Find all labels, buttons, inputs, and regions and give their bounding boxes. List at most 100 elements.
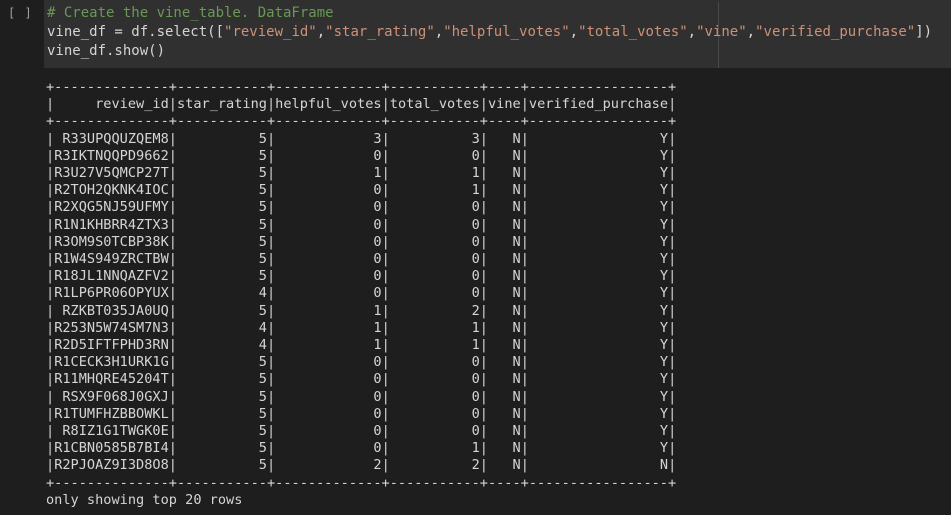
cell-output: +--------------+-----------+------------… — [46, 79, 676, 509]
table-row: | RZKBT035JA0UQ| 5| 1| 2| N| Y| — [46, 302, 677, 319]
code-closing: ]) — [915, 24, 933, 40]
table-cell: Y — [528, 268, 669, 285]
table-cell: N — [487, 251, 521, 268]
table-cell: RSX9F068J0GXJ — [54, 388, 169, 405]
table-cell: RZKBT035JA0UQ — [54, 302, 169, 319]
table-cell: N — [487, 302, 521, 319]
table-cell: 5 — [176, 182, 267, 199]
table-cell: 1 — [389, 182, 480, 199]
table-cell: 0 — [275, 388, 382, 405]
code-comma: , — [746, 24, 756, 40]
table-row: |R1LP6PR06OPYUX| 4| 0| 0| N| Y| — [46, 285, 677, 302]
table-cell: Y — [528, 130, 669, 147]
table-cell: 1 — [389, 319, 480, 336]
table-cell: R2XQG5NJ59UFMY — [54, 199, 169, 216]
table-cell: 5 — [176, 405, 267, 422]
table-cell: Y — [528, 182, 669, 199]
table-cell: 5 — [176, 388, 267, 405]
table-cell: N — [487, 337, 521, 354]
table-cell: 5 — [176, 371, 267, 388]
code-string-literal: "helpful_votes" — [443, 24, 570, 40]
table-cell: 0 — [275, 182, 382, 199]
table-cell: N — [487, 182, 521, 199]
code-comma: , — [434, 24, 444, 40]
table-row: |R1CBN0585B7BI4| 5| 0| 1| N| Y| — [46, 440, 677, 457]
table-cell: 4 — [176, 285, 267, 302]
table-cell: Y — [528, 251, 669, 268]
table-cell: Y — [528, 216, 669, 233]
table-row: | RSX9F068J0GXJ| 5| 0| 0| N| Y| — [46, 388, 677, 405]
table-cell: Y — [528, 199, 669, 216]
table-cell: 1 — [389, 440, 480, 457]
table-cell: 1 — [389, 337, 480, 354]
table-row: |R1TUMFHZBBOWKL| 5| 0| 0| N| Y| — [46, 405, 677, 422]
table-cell: R8IZ1G1TWGK0E — [54, 423, 169, 440]
table-row: | R33UPQQUZQEM8| 5| 3| 3| N| Y| — [46, 130, 677, 147]
table-cell: N — [487, 268, 521, 285]
table-cell: 5 — [176, 199, 267, 216]
table-cell: N — [487, 371, 521, 388]
table-cell: 1 — [275, 165, 382, 182]
table-cell: 3 — [389, 130, 480, 147]
table-border: +--------------+-----------+------------… — [46, 113, 677, 130]
code-comma: , — [316, 24, 326, 40]
column-header: verified_purchase — [528, 96, 669, 113]
code-comment: # Create the vine_table. DataFrame — [47, 5, 334, 21]
table-cell: R1W4S949ZRCTBW — [54, 251, 169, 268]
code-comma: , — [687, 24, 697, 40]
table-cell: 0 — [275, 423, 382, 440]
code-line-3: vine_df.show() — [47, 43, 166, 59]
table-row: |R2D5IFTFPHD3RN| 4| 1| 1| N| Y| — [46, 337, 677, 354]
table-cell: N — [487, 216, 521, 233]
table-cell: 0 — [275, 251, 382, 268]
table-cell: Y — [528, 285, 669, 302]
table-cell: 5 — [176, 354, 267, 371]
code-string-literal: "vine" — [696, 24, 747, 40]
table-cell: Y — [528, 423, 669, 440]
table-cell: R2PJOAZ9I3D8O8 — [54, 457, 169, 474]
cell-gutter: [ ] — [0, 0, 44, 70]
table-cell: R1CBN0585B7BI4 — [54, 440, 169, 457]
table-cell: 0 — [275, 354, 382, 371]
column-header: total_votes — [389, 96, 480, 113]
code-string-literal: "verified_purchase" — [755, 24, 916, 40]
table-cell: R1LP6PR06OPYUX — [54, 285, 169, 302]
table-cell: Y — [528, 165, 669, 182]
table-cell: Y — [528, 319, 669, 336]
table-row: |R11MHQRE45204T| 5| 0| 0| N| Y| — [46, 371, 677, 388]
table-row: |R2TOH2QKNK4IOC| 5| 0| 1| N| Y| — [46, 182, 677, 199]
table-cell: 0 — [275, 285, 382, 302]
table-cell: Y — [528, 371, 669, 388]
table-cell: 0 — [389, 251, 480, 268]
table-cell: 0 — [275, 233, 382, 250]
table-cell: 1 — [275, 319, 382, 336]
table-row: | R8IZ1G1TWGK0E| 5| 0| 0| N| Y| — [46, 423, 677, 440]
table-cell: 1 — [275, 302, 382, 319]
table-cell: R1TUMFHZBBOWKL — [54, 405, 169, 422]
table-cell: 0 — [389, 147, 480, 164]
code-cell[interactable]: # Create the vine_table. DataFrame vine_… — [44, 0, 951, 68]
run-cell-button[interactable]: [ ] — [8, 6, 33, 20]
output-footer: only showing top 20 rows — [46, 491, 243, 508]
code-line-2: vine_df = df.select(["review_id","star_r… — [47, 23, 932, 41]
table-cell: 0 — [389, 268, 480, 285]
column-header: review_id — [54, 96, 169, 113]
table-cell: 0 — [275, 268, 382, 285]
table-cell: N — [487, 199, 521, 216]
table-cell: R11MHQRE45204T — [54, 371, 169, 388]
table-cell: Y — [528, 337, 669, 354]
column-header: star_rating — [176, 96, 267, 113]
table-cell: N — [487, 423, 521, 440]
table-cell: R1CECK3H1URK1G — [54, 354, 169, 371]
table-cell: 0 — [275, 199, 382, 216]
table-border: +--------------+-----------+------------… — [46, 474, 677, 491]
table-cell: 4 — [176, 337, 267, 354]
table-cell: N — [528, 457, 669, 474]
table-border: +--------------+-----------+------------… — [46, 79, 677, 95]
table-cell: N — [487, 285, 521, 302]
code-string-literal: "review_id" — [224, 24, 317, 40]
table-row: |R3IKTNQQPD9662| 5| 0| 0| N| Y| — [46, 147, 677, 164]
table-cell: Y — [528, 405, 669, 422]
table-cell: R253N5W74SM7N3 — [54, 319, 169, 336]
table-header-row: | review_id|star_rating|helpful_votes|to… — [46, 96, 677, 113]
